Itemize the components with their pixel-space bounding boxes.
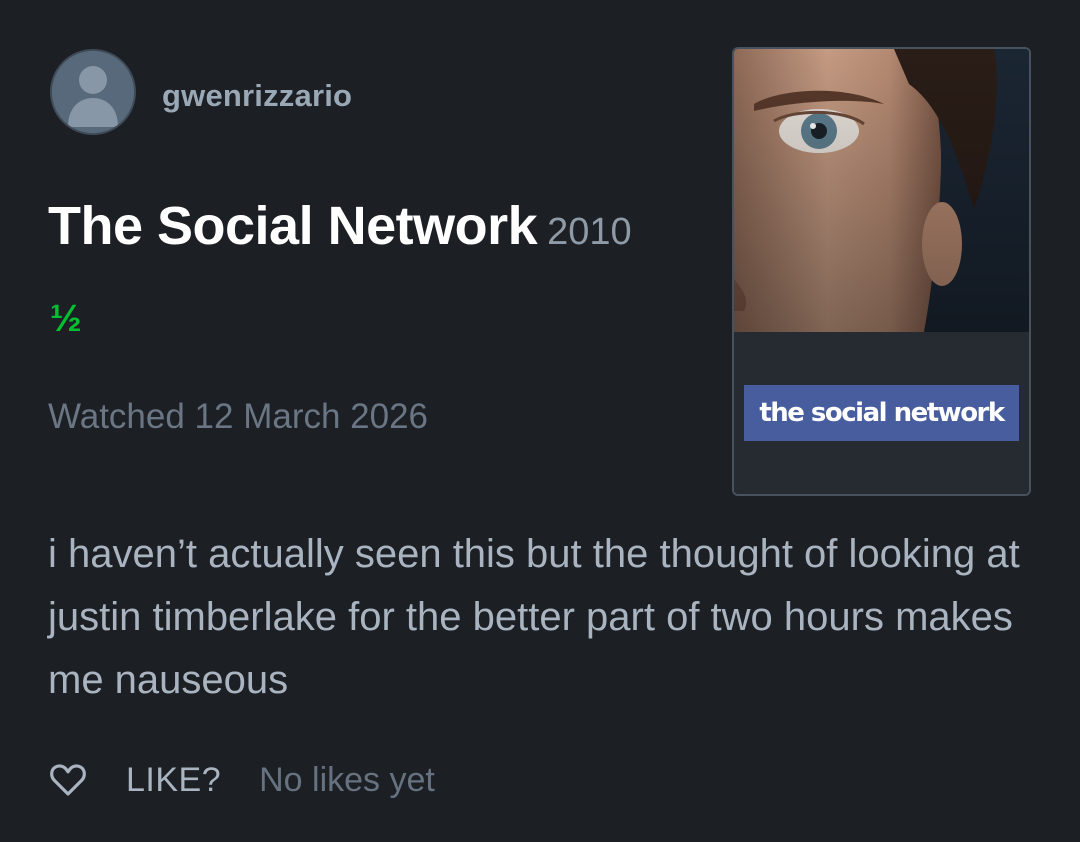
star-rating: ½ <box>50 298 82 340</box>
film-year[interactable]: 2010 <box>547 211 632 253</box>
likes-count: No likes yet <box>259 760 435 799</box>
user-avatar[interactable] <box>50 49 136 135</box>
username-link[interactable]: gwenrizzario <box>162 78 352 114</box>
film-title[interactable]: The Social Network <box>48 196 538 256</box>
poster-title-text: the social network <box>744 385 1019 441</box>
default-user-avatar-icon <box>52 51 134 133</box>
heart-outline-icon[interactable] <box>48 760 88 800</box>
like-button[interactable]: LIKE? <box>126 761 221 800</box>
watched-date: Watched 12 March 2026 <box>48 397 429 436</box>
like-actions: LIKE? No likes yet <box>48 755 435 805</box>
review-text: i haven’t actually seen this but the tho… <box>48 532 1020 702</box>
film-poster[interactable]: the social network <box>732 47 1031 496</box>
film-heading: The Social Network 2010 <box>48 195 632 257</box>
